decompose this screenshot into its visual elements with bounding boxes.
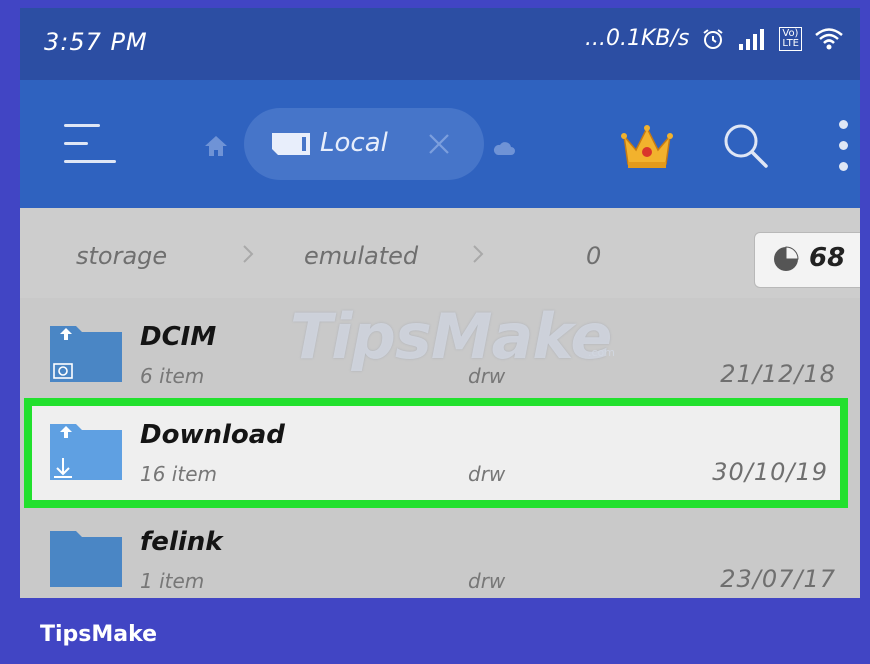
status-time: 3:57 PM [44,28,148,56]
folder-icon [50,326,122,382]
folder-icon [50,424,122,480]
signal-icon [739,28,765,50]
folder-icon [50,531,122,587]
volte-icon: Vo) LTE [779,26,802,51]
breadcrumb: storage emulated 0 68 [20,208,860,298]
file-row-dcim[interactable]: DCIM 6 item drw 21/12/18 [20,308,860,404]
status-bar: 3:57 PM ...0.1KB/s Vo) LTE [20,8,860,80]
cloud-icon[interactable] [492,140,516,156]
file-item-count: 6 item [140,364,205,388]
file-date: 21/12/18 [720,360,836,388]
status-icons: ...0.1KB/s Vo) LTE [585,26,844,51]
chevron-right-icon [243,245,254,263]
app-bar: Local [20,80,860,208]
file-date: 23/07/17 [720,565,836,593]
tab-label: Local [320,128,388,158]
storage-value: 68 [809,243,846,273]
storage-usage-button[interactable]: 68 [754,232,860,288]
file-date: 30/10/19 [712,458,828,486]
search-icon[interactable] [722,122,768,168]
breadcrumb-storage[interactable]: storage [76,242,167,270]
menu-icon[interactable] [64,124,116,164]
file-item-count: 16 item [140,462,217,486]
file-row-download[interactable]: Download 16 item drw 30/10/19 [24,398,848,508]
more-vert-icon[interactable] [838,120,850,174]
file-permissions: drw [468,364,506,388]
file-name: Download [140,420,285,450]
tab-local[interactable]: Local [244,108,484,180]
file-permissions: drw [468,569,506,593]
crown-icon[interactable] [620,124,674,170]
close-icon[interactable] [427,132,451,156]
file-name: felink [140,527,223,557]
home-icon[interactable] [204,135,228,157]
footer-brand: TipsMake [40,622,158,647]
network-speed: ...0.1KB/s [585,26,690,51]
wifi-icon [815,27,843,49]
breadcrumb-0[interactable]: 0 [586,242,601,270]
volte-top: Vo) [782,27,799,39]
breadcrumb-emulated[interactable]: emulated [304,242,418,270]
volte-bottom: LTE [782,37,799,49]
file-row-felink[interactable]: felink 1 item drw 23/07/17 [20,513,860,598]
chevron-right-icon [473,245,484,263]
file-permissions: drw [468,462,506,486]
phone-screen: 3:57 PM ...0.1KB/s Vo) LTE Local storage… [20,8,860,598]
file-name: DCIM [140,322,217,352]
pie-chart-icon [774,246,799,271]
file-item-count: 1 item [140,569,205,593]
alarm-icon [703,28,723,49]
sd-card-icon [272,133,310,155]
